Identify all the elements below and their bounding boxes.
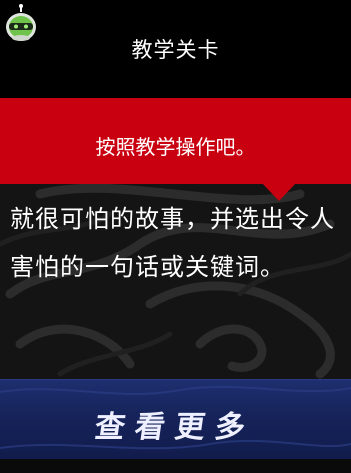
see-more-button[interactable]: 查看更多 — [0, 379, 351, 460]
tutorial-screen: 教学关卡 按照教学操作吧。 就很可怕的故事，并选出令人害怕的一句话或关键词。 查… — [0, 0, 351, 473]
header-bar: 教学关卡 — [0, 0, 351, 98]
see-more-label: 查看更多 — [92, 410, 258, 445]
page-title: 教学关卡 — [131, 38, 220, 62]
instruction-text: 按照教学操作吧。 — [95, 135, 256, 159]
story-instruction-text: 就很可怕的故事，并选出令人害怕的一句话或关键词。 — [10, 205, 335, 281]
bottom-strip — [0, 459, 351, 473]
